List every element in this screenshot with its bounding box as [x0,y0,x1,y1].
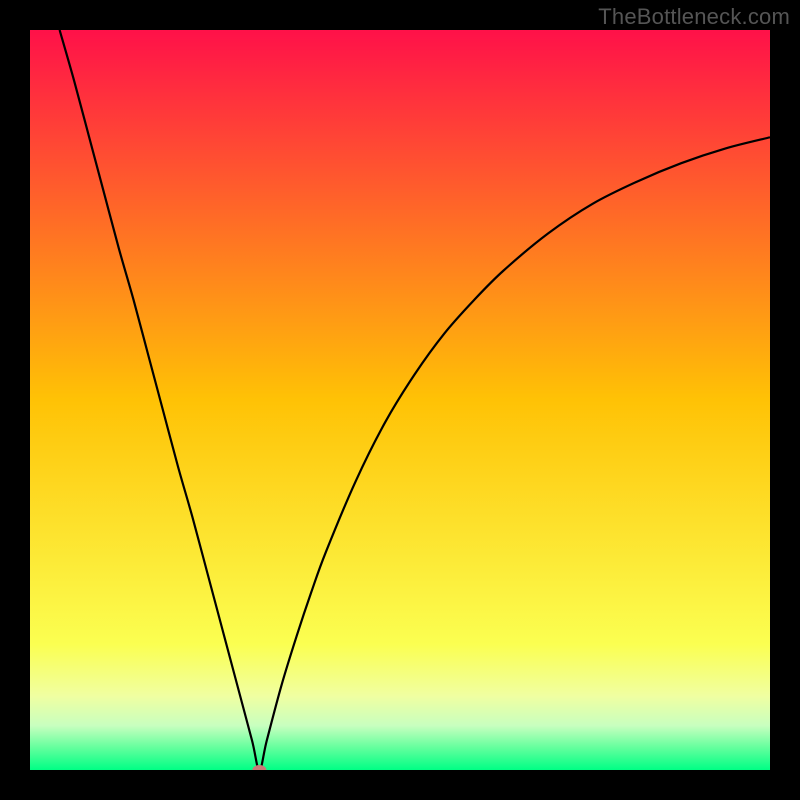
chart-container: TheBottleneck.com [0,0,800,800]
watermark-text: TheBottleneck.com [598,4,790,30]
chart-svg [30,30,770,770]
plot-area [30,30,770,770]
gradient-background [30,30,770,770]
